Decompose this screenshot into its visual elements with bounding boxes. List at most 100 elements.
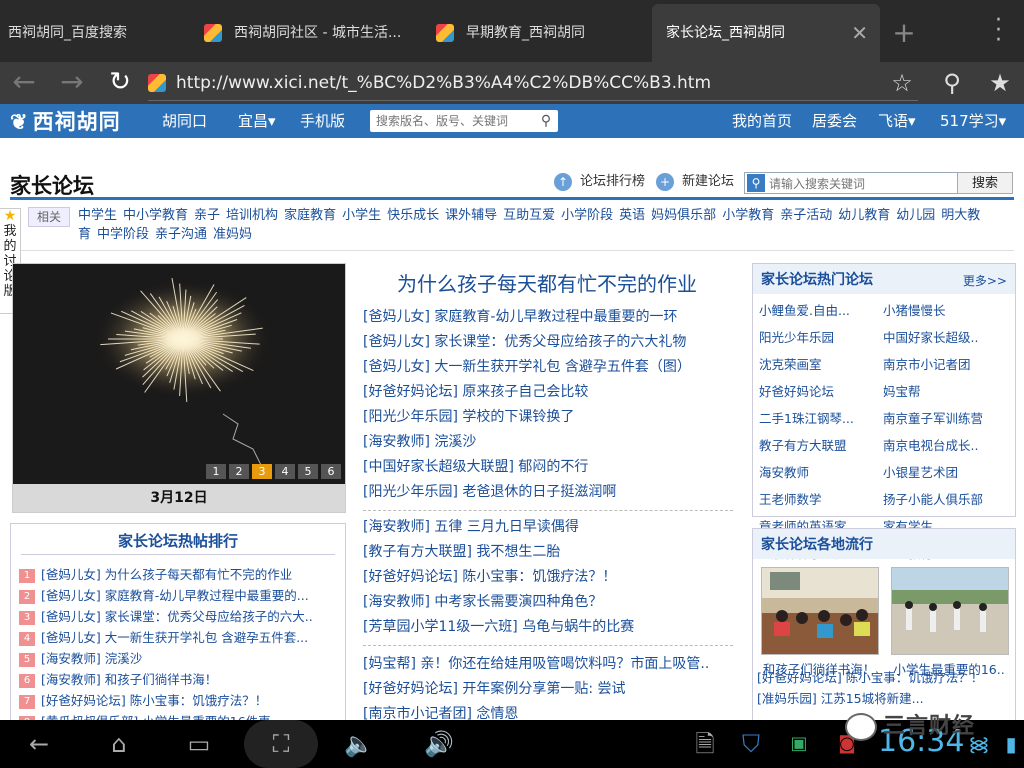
hot-post-item[interactable]: 2 [爸妈儿女] 家庭教育-幼儿早教过程中最重要的... — [19, 585, 339, 606]
trend-photo-playground[interactable] — [891, 567, 1009, 655]
related-tag-link[interactable]: 快乐成长 — [387, 208, 439, 223]
site-search-input[interactable] — [370, 110, 530, 132]
chat-icon[interactable]: ▣ — [774, 720, 824, 768]
article-link[interactable]: [中国好家长超级大联盟] 郁闷的不行 — [363, 455, 691, 480]
related-tag-link[interactable]: 家庭教育 — [284, 208, 336, 223]
hot-forum-link[interactable]: 教子有方大联盟 — [759, 435, 883, 456]
hot-forum-link[interactable]: 南京市小记者团 — [883, 354, 1007, 375]
slide-page-button[interactable]: 2 — [229, 464, 249, 479]
browser-menu-icon[interactable]: · · · — [995, 10, 1002, 52]
nav-feiyu[interactable]: 飞语▾ — [878, 104, 916, 138]
volume-down-icon[interactable]: 🔈 — [334, 720, 384, 768]
related-tag-link[interactable]: 小学阶段 — [561, 208, 613, 223]
related-tag-link[interactable]: 妈妈俱乐部 — [651, 208, 716, 223]
hot-forum-link[interactable]: 王老师数学 — [759, 489, 883, 510]
hot-forum-link[interactable]: 小猪慢慢长 — [883, 300, 1007, 321]
reload-icon[interactable]: ↻ — [100, 62, 140, 104]
hot-post-item[interactable]: 5 [海安教师] 浣溪沙 — [19, 648, 339, 669]
hot-forum-link[interactable]: 沈克荣画室 — [759, 354, 883, 375]
trend-link[interactable]: [准妈乐园] 江苏15城将新建... — [757, 688, 1011, 709]
article-link[interactable]: [妈宝帮] 亲！你还在给娃用吸管喝饮料吗？市面上吸管.. — [363, 652, 709, 677]
hot-forum-link[interactable]: 小鲤鱼爱.自由... — [759, 300, 883, 321]
hot-forum-link[interactable]: 南京童子军训练营 — [883, 408, 1007, 429]
article-link[interactable]: [海安教师] 中考家长需要演四种角色？ — [363, 590, 634, 615]
related-tag-link[interactable]: 幼儿园 — [896, 208, 935, 223]
hot-forum-link[interactable]: 阳光少年乐园 — [759, 327, 883, 348]
browser-tab-2[interactable]: 西祠胡同社区 - 城市生活... — [196, 8, 418, 58]
browser-tab-3[interactable]: 早期教育_西祠胡同 — [428, 8, 650, 58]
article-link[interactable]: [好爸好妈论坛] 陈小宝事：饥饿疗法？！ — [363, 565, 634, 590]
nav-mobile[interactable]: 手机版 — [300, 104, 345, 138]
article-link[interactable]: [芳草园小学11级一六班] 乌龟与蜗牛的比赛 — [363, 615, 634, 640]
forward-icon[interactable]: → — [52, 62, 92, 104]
new-tab-button[interactable]: + — [880, 10, 928, 56]
headline-link[interactable]: 为什么孩子每天都有忙不完的作业 — [362, 268, 732, 297]
hot-post-item[interactable]: 6 [海安教师] 和孩子们徜徉书海！ — [19, 669, 339, 690]
slide-page-button[interactable]: 1 — [206, 464, 226, 479]
trend-photo-classroom[interactable] — [761, 567, 879, 655]
article-link[interactable]: [教子有方大联盟] 我不想生二胎 — [363, 540, 634, 565]
article-link[interactable]: [好爸好妈论坛] 原来孩子自己会比较 — [363, 380, 691, 405]
forum-search-input[interactable] — [767, 173, 957, 195]
article-link[interactable]: [阳光少年乐园] 老爸退休的日子挺滋润啊 — [363, 480, 691, 505]
related-tag-link[interactable]: 课外辅导 — [445, 208, 497, 223]
forum-search-button[interactable]: 搜索 — [957, 172, 1013, 194]
hot-forum-link[interactable]: 中国好家长超级.. — [883, 327, 1007, 348]
search-icon[interactable]: ⚲ — [536, 111, 556, 131]
bookmark-star-icon[interactable]: ☆ — [882, 62, 922, 104]
related-tag-link[interactable]: 中学阶段 — [97, 227, 149, 242]
browser-tab-4-active[interactable]: 家长论坛_西祠胡同 ✕ — [652, 4, 880, 62]
shield-icon[interactable]: ⛉ — [726, 720, 776, 768]
hot-post-item[interactable]: 7 [好爸好妈论坛] 陈小宝事：饥饿疗法？！ — [19, 690, 339, 711]
url-field[interactable]: http://www.xici.net/t_%BC%D2%B3%A4%C2%DB… — [148, 68, 918, 98]
article-link[interactable]: [好爸好妈论坛] 开年案例分享第一贴: 尝试 — [363, 677, 709, 702]
nav-my-home[interactable]: 我的首页 — [732, 104, 792, 138]
related-tag-link[interactable]: 互助互爱 — [503, 208, 555, 223]
trend-link[interactable]: [好爸好妈论坛] 陈小宝事：饥饿疗法？！ — [757, 667, 1011, 688]
forum-ranking-link[interactable]: ↑ 论坛排行榜 — [554, 172, 645, 192]
hot-post-item[interactable]: 3 [爸妈儿女] 家长课堂：优秀父母应给孩子的六大.. — [19, 606, 339, 627]
related-tag-link[interactable]: 小学教育 — [722, 208, 774, 223]
back-icon[interactable]: ← — [4, 62, 44, 104]
related-tag-link[interactable]: 小学生 — [342, 208, 381, 223]
related-tag-link[interactable]: 英语 — [619, 208, 645, 223]
recent-apps-icon[interactable]: ▭ — [174, 720, 224, 768]
nav-hutongkou[interactable]: 胡同口 — [162, 104, 207, 138]
hot-forum-link[interactable]: 小银星艺术团 — [883, 462, 1007, 483]
search-icon[interactable]: ⚲ — [932, 62, 972, 104]
related-tag-link[interactable]: 亲子活动 — [780, 208, 832, 223]
new-forum-link[interactable]: + 新建论坛 — [656, 172, 734, 192]
slide-page-button[interactable]: 5 — [298, 464, 318, 479]
slide-page-button[interactable]: 3 — [252, 464, 272, 479]
hot-forum-link[interactable]: 南京电视台成长.. — [883, 435, 1007, 456]
browser-tab-1[interactable]: 西祠胡同_百度搜索 — [0, 8, 196, 58]
related-tag-link[interactable]: 幼儿教育 — [838, 208, 890, 223]
more-link[interactable]: 更多>> — [963, 272, 1007, 289]
hot-post-item[interactable]: 4 [爸妈儿女] 大一新生获开学礼包 含避孕五件套... — [19, 627, 339, 648]
hot-forum-link[interactable]: 二手1珠江钢琴... — [759, 408, 883, 429]
volume-up-icon[interactable]: 🔊 — [414, 720, 464, 768]
hot-forum-link[interactable]: 扬子小能人俱乐部 — [883, 489, 1007, 510]
nav-city[interactable]: 宜昌▾ — [238, 104, 276, 138]
hot-forum-link[interactable]: 好爸好妈论坛 — [759, 381, 883, 402]
related-tag-link[interactable]: 中学生 — [78, 208, 117, 223]
close-tab-icon[interactable]: ✕ — [851, 4, 868, 62]
bookmarks-icon[interactable]: ★ — [980, 62, 1020, 104]
document-icon[interactable]: 🗎 — [680, 720, 730, 768]
article-link[interactable]: [海安教师] 浣溪沙 — [363, 430, 691, 455]
hot-forum-link[interactable]: 海安教师 — [759, 462, 883, 483]
related-tag-link[interactable]: 亲子 — [194, 208, 220, 223]
article-link[interactable]: [爸妈儿女] 家长课堂：优秀父母应给孩子的六大礼物 — [363, 330, 691, 355]
nav-517-study[interactable]: 517学习▾ — [940, 104, 1006, 138]
hot-post-item[interactable]: 1 [爸妈儿女] 为什么孩子每天都有忙不完的作业 — [19, 564, 339, 585]
related-tag-link[interactable]: 准妈妈 — [213, 227, 252, 242]
nav-committee[interactable]: 居委会 — [812, 104, 857, 138]
hot-forum-link[interactable]: 妈宝帮 — [883, 381, 1007, 402]
photo-slideshow[interactable]: 123456 3月12日 — [12, 263, 346, 513]
article-link[interactable]: [阳光少年乐园] 学校的下课铃换了 — [363, 405, 691, 430]
article-link[interactable]: [海安教师] 五律 三月九日早读偶得 — [363, 515, 634, 540]
screenshot-icon[interactable]: ⛶ — [244, 720, 318, 768]
home-icon[interactable]: ⌂ — [94, 720, 144, 768]
slide-page-button[interactable]: 6 — [321, 464, 341, 479]
site-logo[interactable]: ❦ 西祠胡同 — [10, 106, 121, 136]
